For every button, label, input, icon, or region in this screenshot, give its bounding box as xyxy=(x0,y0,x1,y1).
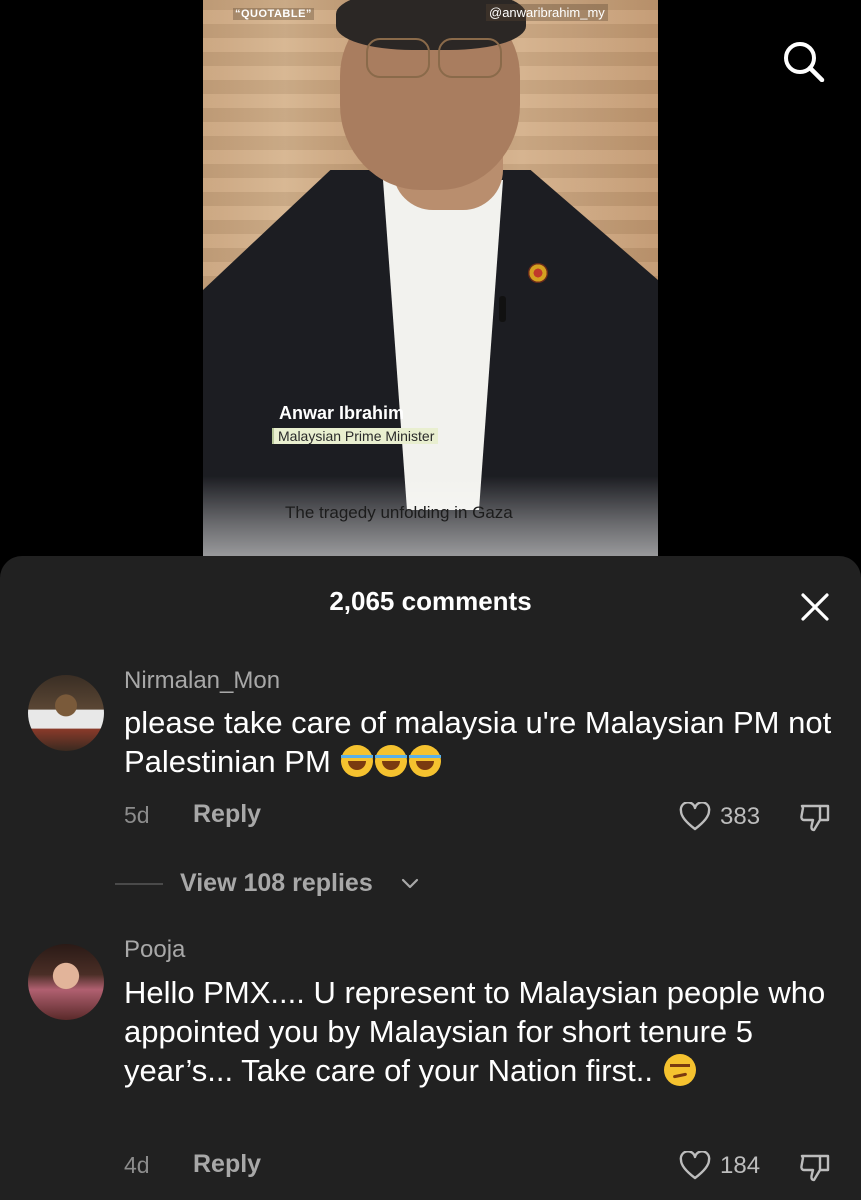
like-count: 383 xyxy=(720,803,761,830)
comments-count-title: 2,065 comments xyxy=(329,586,532,616)
comment-text: please take care of malaysia u're Malays… xyxy=(124,705,832,779)
close-icon[interactable] xyxy=(800,592,830,622)
comment-time: 5d xyxy=(124,802,150,828)
laughing-emoji-icon xyxy=(409,745,442,777)
laughing-emoji-icon xyxy=(375,745,408,777)
replies-divider xyxy=(115,883,163,885)
comment-username[interactable]: Pooja xyxy=(124,936,185,964)
lapel-mic xyxy=(499,296,506,322)
search-icon[interactable] xyxy=(781,40,825,82)
comment-text: Hello PMX.... U represent to Malaysian p… xyxy=(124,975,826,1088)
chevron-down-icon[interactable] xyxy=(401,877,419,891)
smirking-emoji-icon xyxy=(663,1054,696,1086)
like-count: 184 xyxy=(720,1152,761,1179)
lapel-pin xyxy=(528,263,548,283)
heart-icon[interactable] xyxy=(679,802,711,832)
video-overlay-tag: “QUOTABLE” xyxy=(233,8,314,20)
comments-sheet xyxy=(0,556,861,1200)
heart-icon[interactable] xyxy=(679,1151,711,1181)
laughing-emoji-icon xyxy=(341,745,374,777)
speaker-role: Malaysian Prime Minister xyxy=(272,428,439,444)
view-replies-button[interactable]: View 108 replies xyxy=(180,869,373,898)
video-handle: @anwaribrahim_my xyxy=(486,4,608,21)
comment-username[interactable]: Nirmalan_Mon xyxy=(124,667,280,695)
avatar[interactable] xyxy=(28,944,104,1020)
video-subtitle: The tragedy unfolding in Gaza xyxy=(285,503,513,522)
comment-time: 4d xyxy=(124,1152,150,1178)
avatar[interactable] xyxy=(28,675,104,751)
speaker-name: Anwar Ibrahim xyxy=(279,403,405,423)
dislike-icon[interactable] xyxy=(798,800,832,834)
speaker-glasses xyxy=(358,38,508,78)
reply-button[interactable]: Reply xyxy=(193,800,261,829)
video-player[interactable] xyxy=(203,0,658,556)
reply-button[interactable]: Reply xyxy=(193,1150,261,1179)
dislike-icon[interactable] xyxy=(798,1150,832,1184)
